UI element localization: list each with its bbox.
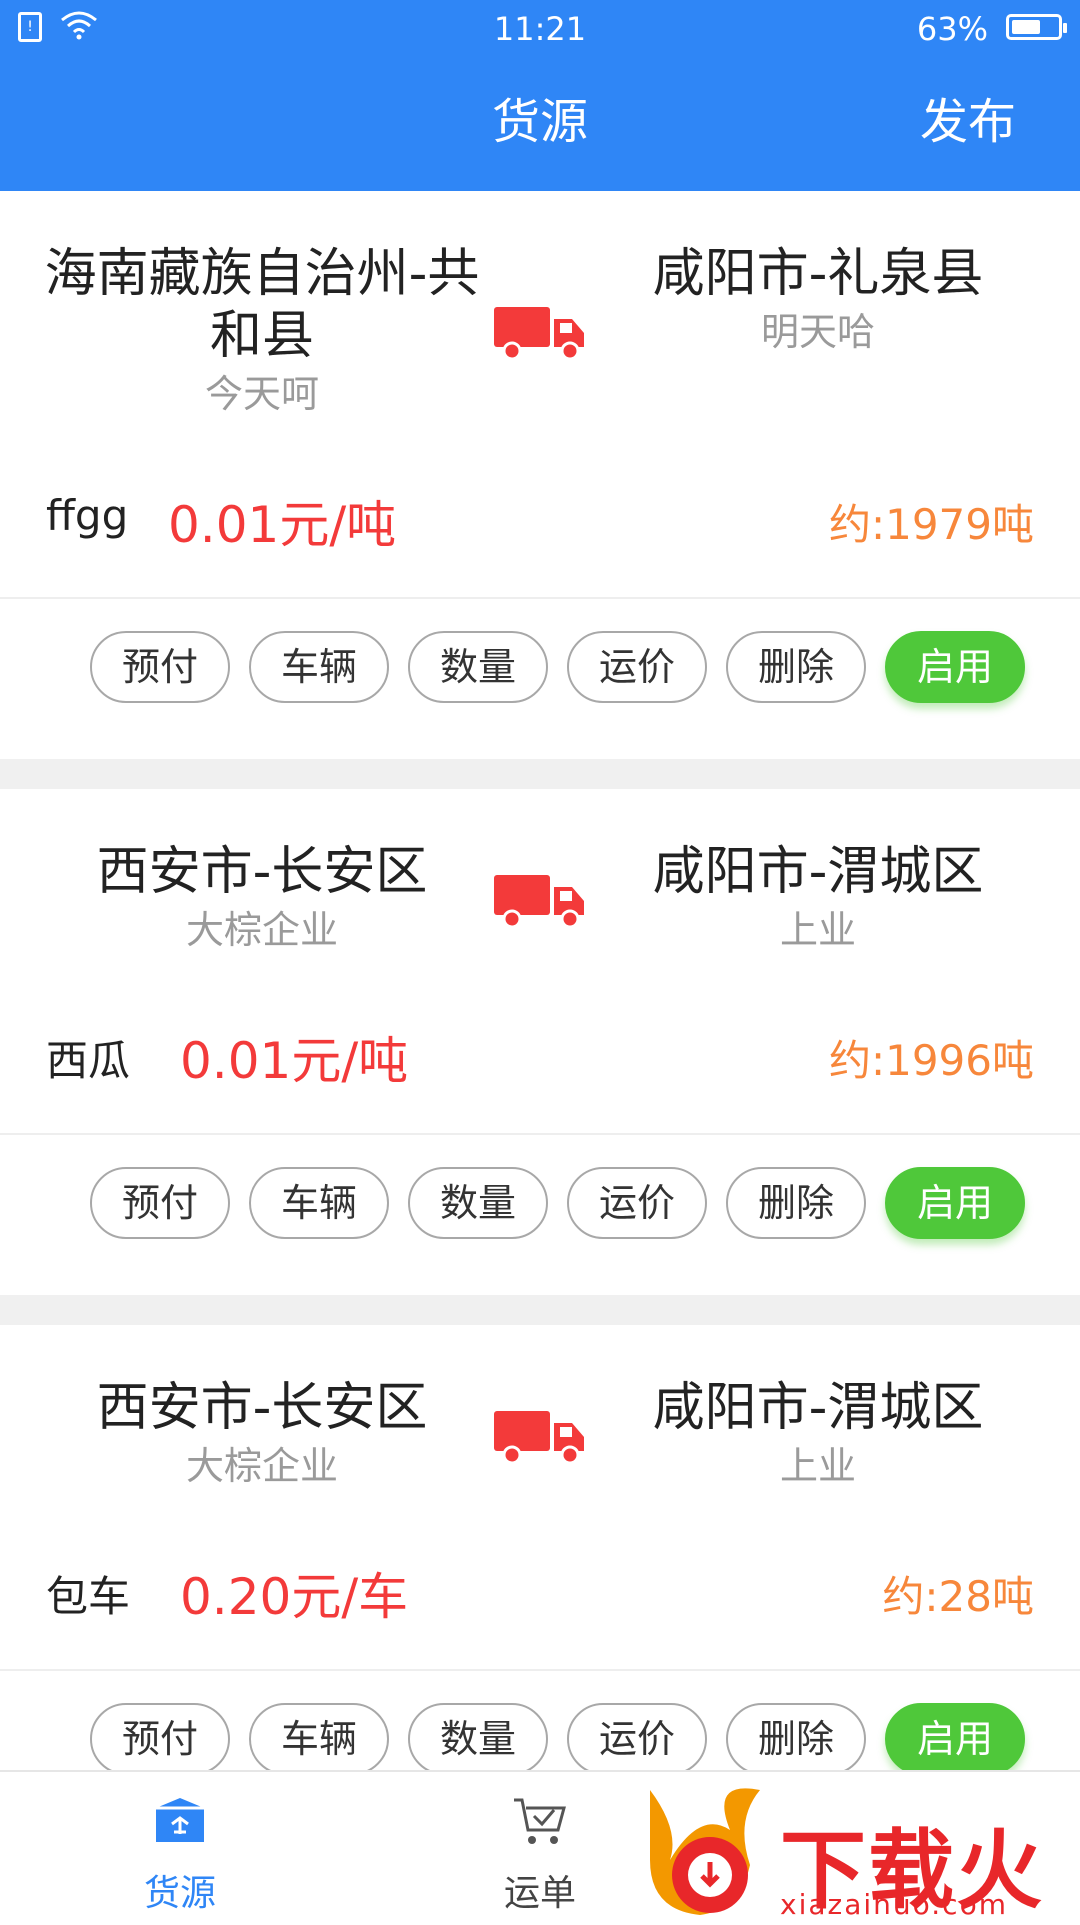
- freight-button[interactable]: 运价: [567, 1167, 707, 1239]
- price: 0.01元/吨: [180, 1032, 409, 1090]
- origin: 西安市-长安区 大棕企业: [22, 841, 502, 957]
- goods-name: 包车: [46, 1572, 131, 1621]
- tab-waybill[interactable]: 运单: [440, 1772, 640, 1922]
- cargo-card[interactable]: 西安市-长安区 大棕企业 咸阳市-渭城区 上业 西瓜 0.01元/吨 约:199…: [0, 789, 1080, 1295]
- status-bar: ! 11:21 63%: [0, 0, 1080, 60]
- destination-note: 上业: [779, 1444, 856, 1488]
- enable-button[interactable]: 启用: [885, 1167, 1025, 1239]
- destination-note: 上业: [779, 908, 856, 952]
- prepay-button[interactable]: 预付: [90, 631, 230, 703]
- prepay-button[interactable]: 预付: [90, 1703, 230, 1775]
- delete-button[interactable]: 删除: [726, 631, 866, 703]
- publish-button[interactable]: 发布: [920, 92, 1016, 152]
- cargo-card[interactable]: 海南藏族自治州-共和县 今天呵 咸阳市-礼泉县 明天哈 ffgg 0.01元/吨…: [0, 191, 1080, 759]
- cargo-box-icon: [156, 1798, 204, 1842]
- card-separator: [0, 759, 1080, 789]
- destination: 咸阳市-渭城区 上业: [578, 1377, 1058, 1493]
- divider: [0, 597, 1080, 599]
- delete-button[interactable]: 删除: [726, 1703, 866, 1775]
- page-title: 货源: [491, 94, 588, 150]
- action-buttons: 预付 车辆 数量 运价 删除 启用: [90, 1167, 1030, 1243]
- prepay-button[interactable]: 预付: [90, 1167, 230, 1239]
- vehicle-button[interactable]: 车辆: [249, 1167, 389, 1239]
- cargo-card[interactable]: 西安市-长安区 大棕企业 咸阳市-渭城区 上业 包车 0.20元/车 约:28吨…: [0, 1325, 1080, 1775]
- vehicle-button[interactable]: 车辆: [249, 1703, 389, 1775]
- origin: 西安市-长安区 大棕企业: [22, 1377, 502, 1493]
- battery-percent: 63%: [916, 10, 988, 48]
- destination: 咸阳市-礼泉县 明天哈: [578, 243, 1058, 359]
- origin-city: 西安市-长安区: [96, 842, 428, 902]
- cart-icon: [514, 1798, 566, 1844]
- origin-note: 今天呵: [204, 372, 319, 416]
- origin-city: 西安市-长安区: [96, 1378, 428, 1438]
- delete-button[interactable]: 删除: [726, 1167, 866, 1239]
- destination-city: 咸阳市-渭城区: [652, 1378, 984, 1438]
- quantity-button[interactable]: 数量: [408, 1167, 548, 1239]
- vehicle-button[interactable]: 车辆: [249, 631, 389, 703]
- destination-city: 咸阳市-渭城区: [652, 842, 984, 902]
- freight-button[interactable]: 运价: [567, 631, 707, 703]
- truck-icon: [494, 875, 584, 929]
- quantity-button[interactable]: 数量: [408, 631, 548, 703]
- weight: 约:1996吨: [828, 1036, 1034, 1085]
- quantity-button[interactable]: 数量: [408, 1703, 548, 1775]
- destination: 咸阳市-渭城区 上业: [578, 841, 1058, 957]
- enable-button[interactable]: 启用: [885, 1703, 1025, 1775]
- truck-icon: [494, 307, 584, 361]
- weight: 约:28吨: [882, 1572, 1034, 1621]
- price: 0.01元/吨: [168, 496, 397, 554]
- destination-note: 明天哈: [760, 310, 875, 354]
- weight: 约:1979吨: [828, 500, 1034, 549]
- divider: [0, 1669, 1080, 1671]
- origin-note: 大棕企业: [185, 1444, 338, 1488]
- action-buttons: 预付 车辆 数量 运价 删除 启用: [90, 1703, 1030, 1779]
- origin-note: 大棕企业: [185, 908, 338, 952]
- action-buttons: 预付 车辆 数量 运价 删除 启用: [90, 631, 1030, 707]
- card-separator: [0, 1295, 1080, 1325]
- app-header: ! 11:21 63% 货源 发布: [0, 0, 1080, 191]
- origin: 海南藏族自治州-共和县 今天呵: [22, 243, 502, 421]
- tab-cargo-label: 货源: [143, 1873, 216, 1914]
- goods-name: 西瓜: [46, 1036, 131, 1085]
- price: 0.20元/车: [180, 1568, 409, 1626]
- origin-city: 海南藏族自治州-共和县: [44, 244, 480, 366]
- freight-button[interactable]: 运价: [567, 1703, 707, 1775]
- battery-icon: [1006, 14, 1067, 40]
- enable-button[interactable]: 启用: [885, 631, 1025, 703]
- tab-waybill-label: 运单: [503, 1873, 576, 1914]
- brand-url: xiazaihuo.com: [780, 1888, 1008, 1921]
- goods-name: ffgg: [46, 491, 129, 540]
- destination-city: 咸阳市-礼泉县: [652, 244, 984, 304]
- truck-icon: [494, 1411, 584, 1465]
- divider: [0, 1133, 1080, 1135]
- tab-cargo[interactable]: 货源: [80, 1772, 280, 1922]
